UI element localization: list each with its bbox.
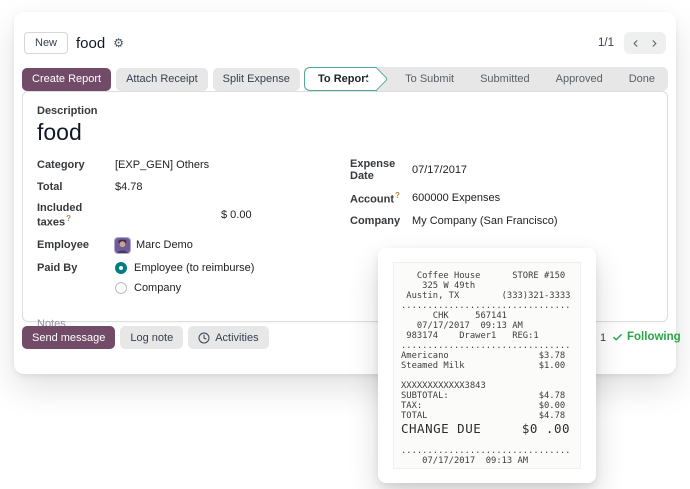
create-report-button[interactable]: Create Report	[22, 68, 111, 91]
receipt-text-top: Coffee House STORE #150 325 W 49th Austi…	[401, 271, 573, 421]
expense-date-label: Expense Date	[350, 158, 412, 182]
toolbar: Create Report Attach Receipt Split Expen…	[22, 66, 668, 92]
radio-unselected-icon	[115, 282, 127, 294]
receipt-paper: Coffee House STORE #150 325 W 49th Austi…	[393, 262, 581, 469]
total-field[interactable]: $4.78	[115, 181, 143, 193]
description-field[interactable]: food	[37, 119, 653, 146]
pager-prev-button[interactable]	[628, 36, 643, 51]
category-field[interactable]: [EXP_GEN] Others	[115, 159, 209, 171]
expense-date-field[interactable]: 07/17/2017	[412, 164, 467, 176]
receipt-text-bottom: ................................ 07/17/2…	[401, 436, 573, 466]
avatar	[115, 238, 130, 253]
total-label: Total	[37, 181, 115, 193]
paid-by-option-company[interactable]: Company	[115, 282, 254, 294]
status-step-approved[interactable]: Approved	[543, 67, 616, 91]
following-label: Following	[627, 331, 681, 343]
receipt-attachment-preview[interactable]: Coffee House STORE #150 325 W 49th Austi…	[378, 248, 596, 483]
change-due-amount: $0 .00	[522, 421, 570, 436]
account-field[interactable]: 600000 Expenses	[412, 192, 500, 204]
status-step-done[interactable]: Done	[616, 67, 668, 91]
account-label: Account?	[350, 191, 412, 206]
company-label: Company	[350, 215, 412, 227]
activities-label: Activities	[215, 332, 258, 344]
description-label: Description	[37, 105, 653, 117]
chevron-right-icon	[649, 38, 660, 49]
breadcrumb: New food ⚙ 1/1	[24, 30, 666, 56]
clock-icon	[198, 332, 210, 344]
log-note-button[interactable]: Log note	[120, 326, 183, 349]
attachment-count[interactable]: 1	[600, 332, 606, 344]
breadcrumb-title: food	[76, 35, 105, 52]
attach-receipt-button[interactable]: Attach Receipt	[116, 68, 208, 91]
included-taxes-field[interactable]: $ 0.00	[115, 209, 252, 221]
form-left-column: Category [EXP_GEN] Others Total $4.78 In…	[37, 158, 336, 330]
page: New food ⚙ 1/1 Create Report	[0, 0, 690, 489]
receipt-change-due: CHANGE DUE $0 .00	[401, 421, 573, 436]
employee-name: Marc Demo	[136, 239, 193, 251]
check-icon	[612, 332, 623, 343]
category-label: Category	[37, 159, 115, 171]
paid-by-option-company-label: Company	[134, 282, 181, 294]
status-step-to-submit[interactable]: To Submit	[392, 67, 467, 91]
employee-label: Employee	[37, 239, 115, 251]
split-expense-button[interactable]: Split Expense	[213, 68, 300, 91]
pager	[624, 32, 666, 54]
gear-icon[interactable]: ⚙	[113, 37, 124, 49]
following-button[interactable]: Following	[612, 331, 681, 343]
paid-by-option-employee-label: Employee (to reimburse)	[134, 262, 254, 274]
company-field[interactable]: My Company (San Francisco)	[412, 215, 558, 227]
radio-selected-icon	[115, 262, 127, 274]
activities-button[interactable]: Activities	[188, 326, 268, 349]
status-step-to-report[interactable]: To Report	[304, 67, 377, 91]
status-pipeline: To Report To Submit Submitted Approved D…	[304, 67, 668, 91]
help-icon: ?	[66, 214, 71, 223]
help-icon: ?	[395, 191, 400, 200]
send-message-button[interactable]: Send message	[22, 326, 115, 349]
change-due-label: CHANGE DUE	[401, 421, 481, 436]
employee-field[interactable]: Marc Demo	[115, 238, 193, 253]
pager-next-button[interactable]	[647, 36, 662, 51]
new-button[interactable]: New	[24, 32, 68, 54]
paid-by-label: Paid By	[37, 262, 115, 274]
pager-count: 1/1	[598, 37, 614, 49]
included-taxes-label: Included taxes?	[37, 202, 115, 229]
paid-by-option-employee[interactable]: Employee (to reimburse)	[115, 262, 254, 274]
employee-avatar-icon	[115, 238, 130, 253]
status-step-submitted[interactable]: Submitted	[467, 67, 543, 91]
chevron-left-icon	[630, 38, 641, 49]
